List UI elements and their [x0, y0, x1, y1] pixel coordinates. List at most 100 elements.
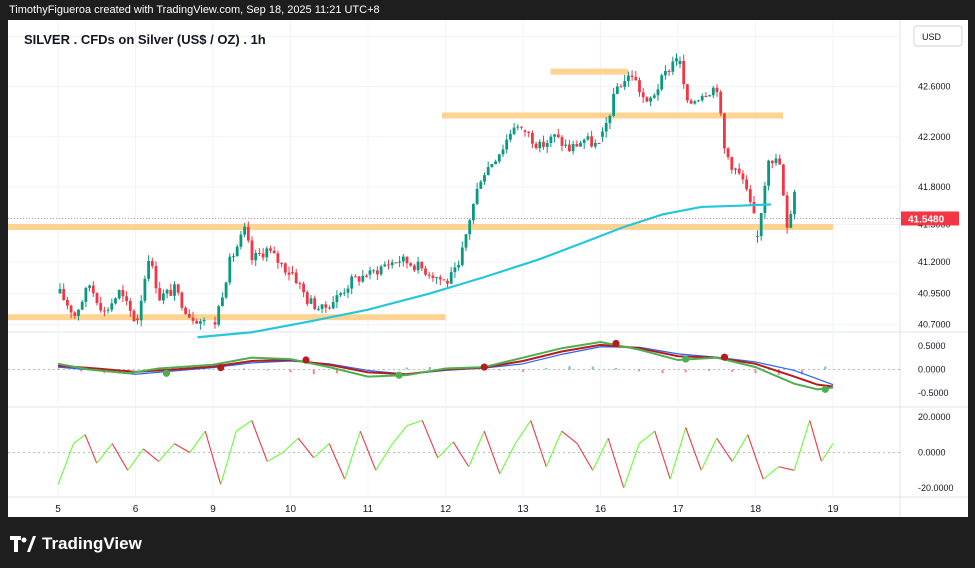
oscillator-segment: [623, 443, 640, 489]
candle-body: [416, 261, 420, 271]
candle-body: [789, 213, 793, 228]
oscillator-segment: [328, 443, 346, 480]
candle-body: [601, 131, 604, 137]
candle-body: [571, 144, 575, 152]
candle-body: [649, 97, 652, 102]
candle-body: [84, 287, 88, 302]
candle-body: [612, 93, 615, 116]
candle-body: [641, 92, 645, 98]
candle-body: [106, 309, 110, 311]
oscillator-segment: [685, 427, 702, 471]
candle-body: [276, 253, 280, 263]
candle-body: [128, 301, 132, 311]
macd-histogram-bar: [661, 369, 664, 374]
candle-body: [497, 154, 501, 162]
candle-body: [700, 96, 704, 101]
candle-body: [73, 312, 77, 316]
x-tick-label: 16: [595, 504, 607, 515]
candle-body: [686, 84, 689, 101]
candle-body: [335, 295, 339, 303]
oscillator-segment: [468, 430, 485, 467]
last-price-label: 41.5480: [908, 214, 945, 225]
candle-body: [527, 131, 531, 133]
candle-body: [58, 289, 62, 294]
candle-body: [660, 75, 664, 90]
candle-body: [667, 70, 671, 72]
candle-body: [719, 91, 723, 114]
macd-cross-down-dot: [720, 353, 729, 361]
price-y-tick-label: 42.6000: [918, 82, 951, 92]
candle-body: [545, 142, 549, 147]
candle-body: [173, 284, 176, 296]
macd-histogram-bar: [405, 367, 408, 370]
candle-body: [560, 137, 564, 146]
candle-body: [69, 305, 73, 313]
candle-body: [457, 264, 460, 268]
candle-body: [147, 261, 150, 279]
candle-body: [678, 60, 682, 65]
candle-body: [538, 141, 542, 149]
candle-body: [737, 168, 741, 174]
candle-body: [114, 298, 117, 304]
oscillator-segment: [762, 466, 780, 480]
macd-histogram-bar: [754, 369, 757, 374]
candle-body: [675, 58, 678, 62]
candle-body: [95, 293, 99, 304]
candle-body: [405, 256, 409, 264]
candle-body: [619, 86, 623, 88]
candle-body: [324, 304, 328, 308]
macd-histogram-bar: [80, 369, 83, 372]
oscillator-segment: [576, 443, 594, 471]
candle-body: [730, 157, 734, 170]
candle-body: [778, 158, 782, 165]
candle-body: [213, 322, 217, 325]
candle-body: [704, 96, 708, 98]
candle-body: [446, 280, 449, 284]
candle-body: [199, 321, 202, 324]
candle-body: [91, 285, 95, 294]
candle-body: [117, 289, 121, 299]
x-tick-label: 5: [55, 504, 61, 515]
macd-cross-down-dot: [480, 363, 488, 371]
candle-body: [162, 293, 165, 301]
candle-body: [638, 80, 641, 93]
macd-histogram-bar: [638, 369, 641, 372]
macd-histogram-bar: [429, 367, 431, 370]
support-resistance-zone: [8, 223, 833, 230]
macd-y-tick-label: -0.5000: [918, 388, 949, 398]
macd-histogram-bar: [708, 369, 710, 371]
candle-body: [479, 181, 483, 189]
candle-body: [501, 149, 505, 155]
tradingview-logo[interactable]: TradingView: [10, 532, 142, 556]
price-y-tick-label: 40.9500: [918, 288, 951, 298]
oscillator-segment: [638, 430, 656, 445]
candle-body: [143, 278, 147, 301]
candle-body: [542, 141, 545, 147]
candle-body: [711, 87, 715, 96]
candle-body: [401, 256, 405, 262]
oscillator-segment: [251, 420, 268, 462]
macd-histogram-bar: [545, 368, 548, 370]
candle-body: [224, 282, 228, 298]
candle-body: [331, 302, 335, 309]
candle-body: [379, 266, 383, 275]
chart-title: SILVER . CFDs on Silver (US$ / OZ) . 1h: [24, 32, 266, 47]
candle-body: [770, 160, 774, 164]
candle-body: [368, 270, 372, 275]
oscillator-segment: [793, 420, 811, 471]
candle-body: [715, 87, 719, 92]
candle-body: [579, 142, 582, 147]
candle-body: [460, 247, 464, 265]
candle-body: [468, 220, 472, 235]
candle-body: [121, 289, 125, 297]
macd-histogram-bar: [615, 368, 617, 370]
candle-body: [745, 179, 748, 190]
candle-body: [568, 144, 571, 152]
candle-body: [125, 296, 128, 302]
candle-body: [682, 60, 686, 85]
oscillator-segment: [716, 437, 733, 462]
candle-body: [309, 298, 313, 304]
candle-body: [394, 262, 398, 264]
candle-body: [176, 284, 180, 293]
candle-body: [202, 319, 206, 322]
